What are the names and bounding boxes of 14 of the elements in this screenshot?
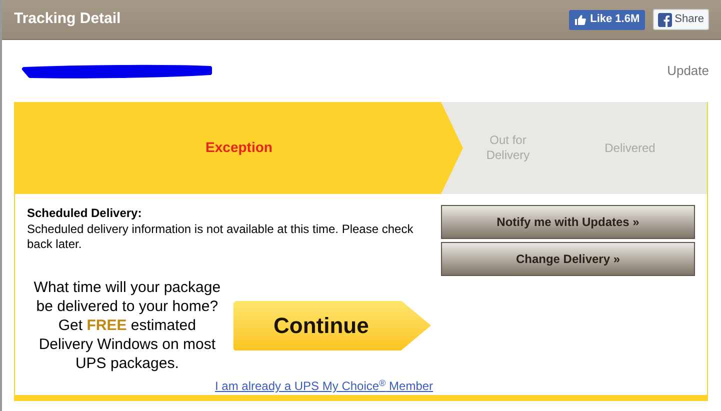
promo-text: What time will your package be delivered to your home? Get FREE estimated Delivery Windows on most UPS packages. (32, 278, 222, 373)
my-choice-link[interactable]: I am already a UPS My Choice$^{®}$ Member (214, 377, 434, 395)
like-button[interactable]: Like 1.6M (569, 10, 645, 30)
action-button[interactable]: Change Delivery » (441, 242, 695, 276)
action-button[interactable]: Notify me with Updates » (441, 205, 695, 239)
scheduled-text: Scheduled delivery information is not available at this time. Please check back later. (27, 222, 414, 252)
page-title: Tracking Detail (14, 9, 121, 30)
continue-button[interactable]: Continue (233, 300, 431, 350)
f-logo-icon (658, 12, 672, 26)
thumbs-up-icon (574, 14, 586, 26)
updated-label: Update (667, 62, 710, 80)
progress-step: Exception (15, 102, 463, 194)
scheduled-heading: Scheduled Delivery: (27, 205, 143, 222)
share-button[interactable]: Share (652, 9, 709, 30)
